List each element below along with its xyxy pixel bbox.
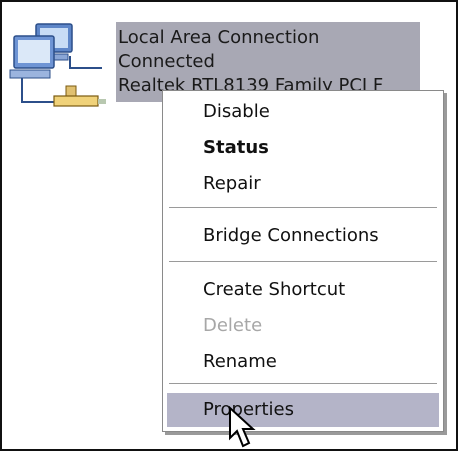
menu-item-bridge-connections[interactable]: Bridge Connections xyxy=(167,219,439,253)
menu-separator xyxy=(169,383,437,385)
connection-status: Connected xyxy=(118,51,215,72)
network-computers-icon[interactable] xyxy=(6,20,110,120)
menu-item-repair[interactable]: Repair xyxy=(167,167,439,201)
menu-item-create-shortcut[interactable]: Create Shortcut xyxy=(167,273,439,307)
mouse-pointer-icon xyxy=(229,406,256,448)
window-frame: Local Area Connection Connected Realtek … xyxy=(0,0,458,451)
context-menu: Disable Status Repair Bridge Connections… xyxy=(162,90,444,432)
menu-item-properties[interactable]: Properties xyxy=(167,393,439,427)
menu-item-delete: Delete xyxy=(203,315,263,336)
menu-item-disable[interactable]: Disable xyxy=(167,95,439,129)
menu-item-rename[interactable]: Rename xyxy=(167,345,439,379)
menu-separator xyxy=(169,207,437,209)
menu-separator xyxy=(169,261,437,263)
menu-item-status[interactable]: Status xyxy=(167,131,439,165)
connection-name: Local Area Connection xyxy=(118,27,320,48)
